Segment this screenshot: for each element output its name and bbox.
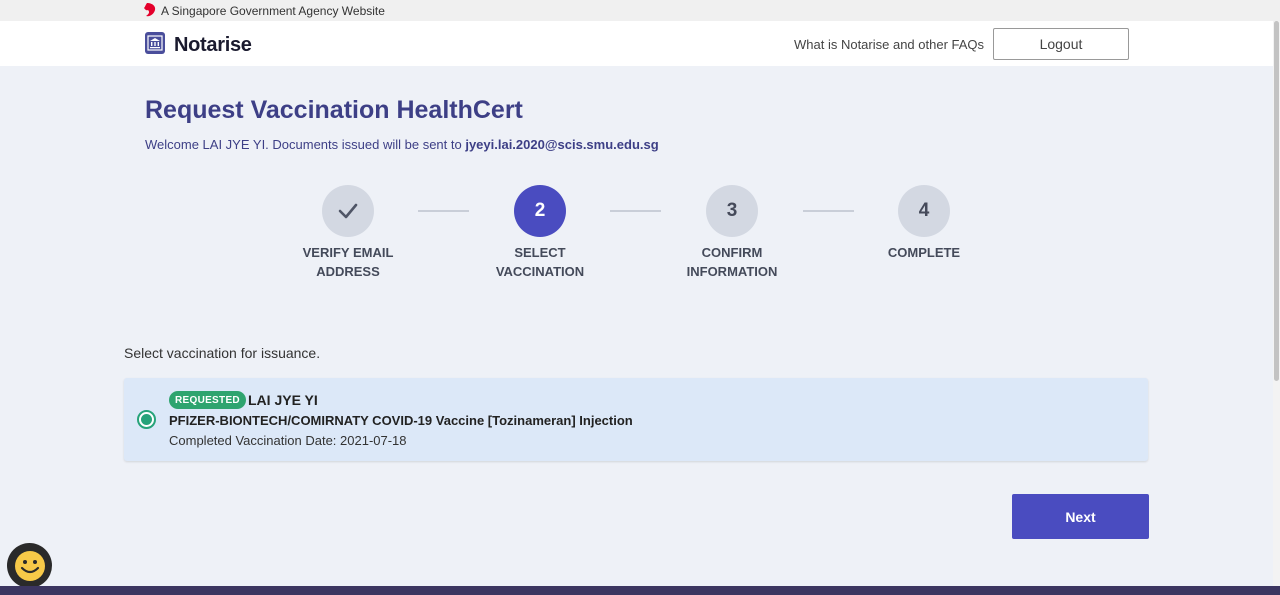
step-2-circle: 2 bbox=[514, 185, 566, 237]
status-badge: REQUESTED bbox=[169, 391, 246, 409]
vaccine-name: PFIZER-BIONTECH/COMIRNATY COVID-19 Vacci… bbox=[169, 413, 633, 428]
header: Notarise What is Notarise and other FAQs… bbox=[0, 21, 1273, 66]
recipient-email: jyeyi.lai.2020@scis.smu.edu.sg bbox=[465, 137, 659, 152]
step-1-label: VERIFY EMAIL ADDRESS bbox=[302, 245, 394, 279]
footer-bar bbox=[0, 586, 1280, 595]
vaccination-radio[interactable] bbox=[137, 410, 156, 429]
gov-banner-text: A Singapore Government Agency Website bbox=[161, 4, 385, 18]
step-3-label: CONFIRM INFORMATION bbox=[686, 245, 778, 279]
page-title: Request Vaccination HealthCert bbox=[145, 96, 523, 124]
step-connector bbox=[418, 210, 469, 212]
step-4-label: COMPLETE bbox=[887, 245, 961, 260]
step-4-circle: 4 bbox=[898, 185, 950, 237]
step-2-label: SELECT VACCINATION bbox=[495, 245, 585, 279]
faq-link[interactable]: What is Notarise and other FAQs bbox=[794, 37, 984, 52]
next-button[interactable]: Next bbox=[1012, 494, 1149, 539]
radio-selected-dot bbox=[141, 414, 152, 425]
step-1-circle bbox=[322, 185, 374, 237]
step-connector bbox=[610, 210, 661, 212]
vaccination-date: Completed Vaccination Date: 2021-07-18 bbox=[169, 433, 407, 448]
logo-text[interactable]: Notarise bbox=[174, 34, 252, 57]
step-connector bbox=[803, 210, 854, 212]
lion-head-icon bbox=[144, 3, 156, 17]
welcome-message: Welcome LAI JYE YI. Documents issued wil… bbox=[145, 137, 659, 152]
chat-widget-button[interactable] bbox=[7, 543, 52, 588]
smiley-icon bbox=[14, 550, 45, 581]
step-3-circle: 3 bbox=[706, 185, 758, 237]
gov-banner: A Singapore Government Agency Website bbox=[0, 0, 1280, 21]
check-icon bbox=[338, 203, 358, 219]
welcome-text: Welcome LAI JYE YI. Documents issued wil… bbox=[145, 137, 466, 152]
selection-prompt: Select vaccination for issuance. bbox=[124, 345, 321, 361]
notarise-logo-icon bbox=[145, 32, 165, 54]
scrollbar-thumb[interactable] bbox=[1274, 21, 1279, 381]
logout-button[interactable]: Logout bbox=[993, 28, 1129, 60]
vaccination-option-card[interactable]: REQUESTED LAI JYE YI PFIZER-BIONTECH/COM… bbox=[124, 378, 1148, 461]
patient-name: LAI JYE YI bbox=[248, 392, 318, 408]
scrollbar[interactable] bbox=[1273, 21, 1280, 586]
